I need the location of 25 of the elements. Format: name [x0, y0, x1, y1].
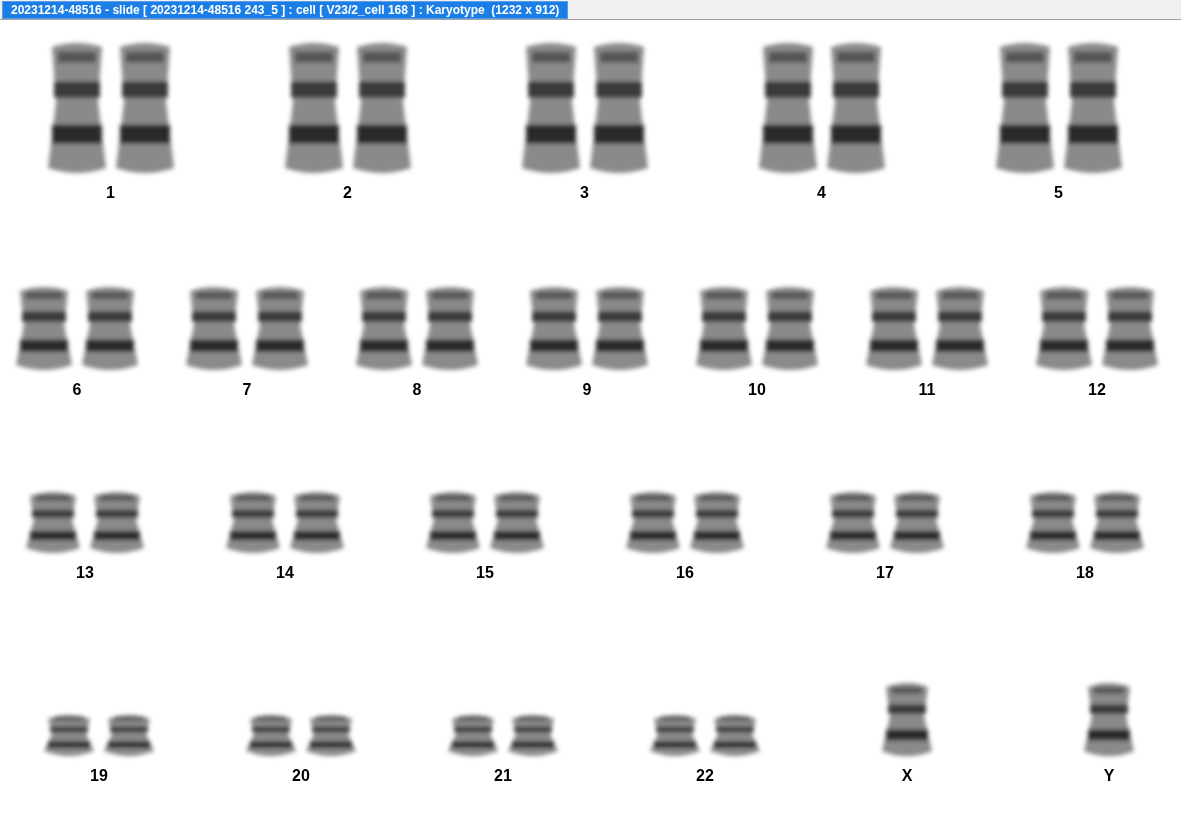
chromosome-label: 19: [90, 767, 108, 785]
chromosome-label: 18: [1076, 564, 1094, 582]
chromosome-label: 17: [876, 564, 894, 582]
chromosome-label: 20: [292, 767, 310, 785]
chromosome-label: 1: [106, 184, 115, 202]
chromosome-label: 12: [1088, 381, 1106, 399]
chromosome-label: 21: [494, 767, 512, 785]
chromosome-label: X: [901, 767, 913, 785]
chromosome-label: 22: [696, 767, 714, 785]
chromosome-label: 5: [1054, 184, 1063, 202]
chromosome-label: 10: [748, 381, 766, 399]
chromosome-label: 4: [817, 184, 826, 202]
chromosome-label: 13: [76, 564, 94, 582]
chromosome-label: 6: [72, 381, 82, 399]
chromosome-label: 14: [276, 564, 294, 582]
window-title[interactable]: 20231214-48516 - slide [ 20231214-48516 243_5 ] : cell [ V23/2_cell 168 ] : Karyotype (1232 x 912): [2, 1, 569, 19]
chromosome-label: 15: [476, 564, 494, 582]
chromosome-label: Y: [1103, 767, 1115, 785]
chromosome-label: 2: [343, 184, 352, 202]
chromosome-label: 3: [580, 184, 589, 202]
chromosome-label: 9: [582, 381, 592, 399]
chromosome-label: 16: [676, 564, 694, 582]
chromosome-label: 7: [242, 381, 252, 399]
chromosome-label: 8: [412, 381, 422, 399]
chromosome-label: 11: [918, 381, 936, 399]
